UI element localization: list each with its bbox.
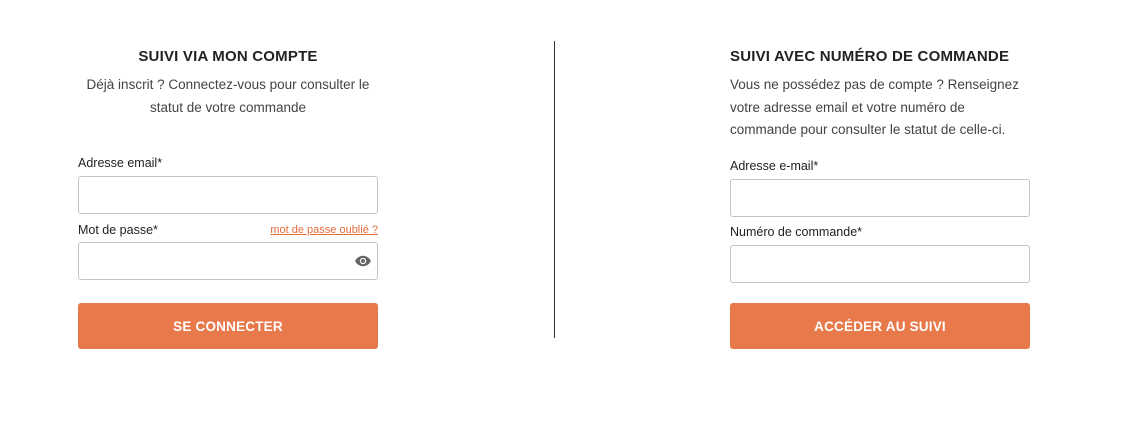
order-email-input[interactable] xyxy=(730,179,1030,217)
order-number-input[interactable] xyxy=(730,245,1030,283)
order-email-label: Adresse e-mail* xyxy=(730,159,819,173)
order-number-label: Numéro de commande* xyxy=(730,225,863,239)
login-button[interactable]: SE CONNECTER xyxy=(78,303,378,349)
email-input[interactable] xyxy=(78,176,378,214)
eye-icon[interactable] xyxy=(354,252,372,270)
password-label: Mot de passe* xyxy=(78,223,158,237)
account-panel-title: SUIVI VIA MON COMPTE xyxy=(138,48,318,65)
forgot-password-link[interactable]: mot de passe oublié ? xyxy=(270,224,378,236)
order-panel-title: SUIVI AVEC NUMÉRO DE COMMANDE xyxy=(730,48,1010,65)
password-input[interactable] xyxy=(78,242,378,280)
email-label: Adresse email* xyxy=(78,156,163,170)
account-panel-description: Déjà inscrit ? Connectez-vous pour consu… xyxy=(86,77,370,115)
order-panel-description: Vous ne possédez pas de compte ? Renseig… xyxy=(730,77,1019,137)
track-order-button[interactable]: ACCÉDER AU SUIVI xyxy=(730,303,1030,349)
panel-divider xyxy=(554,41,555,338)
